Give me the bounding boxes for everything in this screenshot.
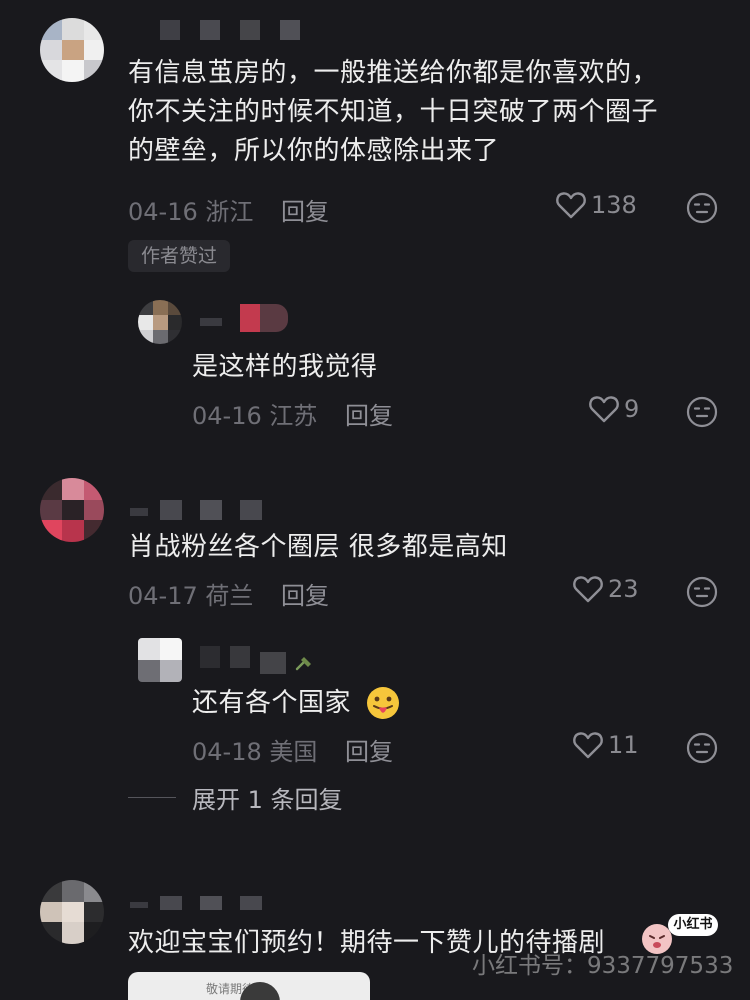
avatar[interactable]: [138, 300, 182, 344]
emoji-reaction-icon[interactable]: [686, 732, 718, 764]
like-count: 9: [624, 395, 640, 423]
emoji-reaction-icon[interactable]: [686, 396, 718, 428]
author-liked-badge: 作者赞过: [128, 240, 231, 272]
mascot-icon: [642, 924, 672, 954]
comment-text: 肖战粉丝各个圈层 很多都是高知: [128, 532, 508, 562]
reply-text: 还有各个国家: [192, 688, 352, 718]
comment-meta: 04-17 荷兰 回复: [128, 576, 329, 611]
reply-date: 04-18: [192, 738, 262, 766]
reply-location: 江苏: [269, 402, 318, 430]
heart-icon: [573, 576, 603, 603]
tongue-emoji-icon: [367, 687, 399, 719]
comment-text: 有信息茧房的，一般推送给你都是你喜欢的， 你不关注的时候不知道，十日突破了两个圈…: [128, 58, 659, 166]
avatar[interactable]: [138, 638, 182, 682]
reply-text: 是这样的我觉得: [192, 352, 378, 382]
comments-page: 有信息茧房的，一般推送给你都是你喜欢的， 你不关注的时候不知道，十日突破了两个圈…: [0, 0, 750, 1000]
like-button[interactable]: 23: [572, 574, 639, 604]
reply-date: 04-16: [192, 402, 262, 430]
comment-meta: 04-16 浙江 回复: [128, 192, 329, 227]
reply-meta: 04-18 美国 回复: [192, 732, 393, 767]
expand-replies-label: 展开 1 条回复: [192, 786, 343, 814]
like-count: 11: [608, 731, 639, 759]
comment-date: 04-16: [128, 198, 198, 226]
like-button[interactable]: 11: [572, 730, 639, 760]
expand-replies-button[interactable]: 展开 1 条回复: [128, 780, 343, 815]
watermark-text: 小红书号：9337797533: [472, 953, 734, 979]
reply-location: 美国: [269, 738, 318, 766]
comment-location: 浙江: [205, 198, 254, 226]
emoji-reaction-icon[interactable]: [686, 576, 718, 608]
broom-icon: [295, 657, 311, 671]
heart-icon: [589, 396, 619, 423]
reply-meta: 04-16 江苏 回复: [192, 396, 393, 431]
reply-button[interactable]: 回复: [345, 402, 393, 430]
divider: [128, 797, 176, 798]
watermark-badge: 小红书: [668, 914, 718, 936]
avatar[interactable]: [40, 478, 104, 542]
reply-button[interactable]: 回复: [281, 198, 329, 226]
avatar[interactable]: [40, 880, 104, 944]
avatar[interactable]: [40, 18, 104, 82]
heart-icon: [573, 732, 603, 759]
like-button[interactable]: 9: [588, 394, 639, 424]
comment-location: 荷兰: [205, 582, 254, 610]
comment-date: 04-17: [128, 582, 198, 610]
emoji-reaction-icon[interactable]: [686, 192, 718, 224]
heart-icon: [556, 192, 586, 219]
like-count: 138: [591, 191, 637, 219]
reply-button[interactable]: 回复: [345, 738, 393, 766]
attachment-card[interactable]: 敬请期待: [128, 972, 370, 1000]
like-count: 23: [608, 575, 639, 603]
like-button[interactable]: 138: [555, 190, 637, 220]
reply-button[interactable]: 回复: [281, 582, 329, 610]
